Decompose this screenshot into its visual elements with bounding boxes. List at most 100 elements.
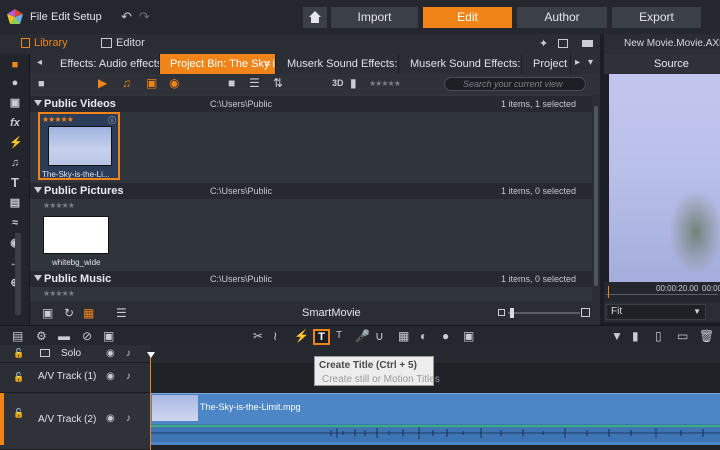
- collapse-icon[interactable]: [34, 187, 42, 193]
- track-label[interactable]: A/V Track (1): [38, 371, 96, 382]
- tab-muserk-1[interactable]: Muserk Sound Effects:...: [277, 54, 399, 74]
- home-button[interactable]: [303, 7, 327, 28]
- library-clip-sky[interactable]: ★★★★★ ⓘ The-Sky-is-the-Li...: [38, 112, 120, 180]
- undo-icon[interactable]: ↶: [121, 10, 132, 23]
- rating-filter[interactable]: ★★★★★: [369, 79, 401, 88]
- 3d-filter-button[interactable]: 3D: [332, 78, 344, 88]
- smart-icon[interactable]: ▣: [42, 307, 53, 319]
- correction-icon[interactable]: ↻: [64, 307, 74, 319]
- collapse-icon[interactable]: [34, 275, 42, 281]
- tab-project-bin[interactable]: Project Bin: The Sky is... ×: [160, 54, 276, 74]
- maximize-icon[interactable]: [582, 40, 593, 47]
- collapse-icon[interactable]: [34, 100, 42, 106]
- snapshot-icon[interactable]: ▣: [463, 330, 474, 342]
- marker-3-icon[interactable]: ▯: [655, 330, 662, 342]
- library-scrollbar[interactable]: [592, 94, 600, 301]
- source-label[interactable]: Source: [654, 58, 689, 70]
- transitions-icon[interactable]: ⚡: [9, 137, 23, 149]
- track-options-icon[interactable]: ▬: [58, 330, 70, 342]
- speaker-icon[interactable]: ♪: [126, 371, 131, 382]
- zoom-slider-handle[interactable]: [510, 308, 514, 318]
- media-icon[interactable]: ▣: [9, 97, 21, 109]
- music-icon[interactable]: ♫: [9, 157, 21, 169]
- pan-icon[interactable]: ●: [442, 330, 449, 342]
- transition-tool-icon[interactable]: ⚡: [294, 330, 309, 342]
- detail-view-icon[interactable]: ☰: [116, 307, 127, 319]
- add-track-icon[interactable]: ▣: [103, 330, 114, 342]
- montage-icon[interactable]: ▤: [9, 197, 21, 209]
- timeline-settings-icon[interactable]: ▤: [12, 330, 23, 342]
- scrollbar-thumb[interactable]: [594, 106, 598, 286]
- filter-video-icon[interactable]: ▶: [98, 77, 107, 89]
- titles-icon[interactable]: T: [9, 176, 21, 189]
- lock-icon[interactable]: 🔓: [13, 408, 24, 419]
- display-icon[interactable]: ▭: [677, 330, 688, 342]
- tab-muserk-2[interactable]: Muserk Sound Effects:...: [400, 54, 522, 74]
- mode-edit-button[interactable]: Edit: [423, 7, 512, 28]
- grid-view-icon[interactable]: ▦: [83, 307, 94, 319]
- mode-export-button[interactable]: Export: [612, 7, 701, 28]
- sort-icon[interactable]: ⇅: [273, 77, 283, 89]
- mode-author-button[interactable]: Author: [517, 7, 607, 28]
- track-monitor-icon[interactable]: [40, 349, 50, 357]
- zoom-small-icon[interactable]: [498, 309, 505, 316]
- pin-icon[interactable]: ✦: [539, 38, 548, 51]
- smartmovie-button[interactable]: SmartMovie: [302, 307, 361, 319]
- eye-icon[interactable]: ◉: [106, 371, 115, 382]
- zoom-large-icon[interactable]: [581, 308, 590, 317]
- redo-icon[interactable]: ↷: [139, 10, 150, 23]
- close-icon[interactable]: ×: [265, 54, 271, 74]
- folder-icon[interactable]: ■: [228, 77, 235, 89]
- detach-icon[interactable]: [558, 39, 568, 48]
- mode-import-button[interactable]: Import: [331, 7, 418, 28]
- filter-audio-icon[interactable]: ♫: [122, 77, 131, 89]
- audio-ducking-icon[interactable]: ∪: [375, 330, 384, 342]
- lock-icon[interactable]: 🔓: [13, 348, 24, 359]
- editor-tab[interactable]: Editor: [116, 37, 145, 49]
- marker-2-icon[interactable]: ▮: [632, 330, 639, 342]
- info-icon[interactable]: ⓘ: [108, 115, 116, 126]
- playhead-handle[interactable]: [147, 352, 155, 358]
- trash-icon[interactable]: 🗑: [699, 330, 714, 342]
- list-view-icon[interactable]: ☰: [249, 77, 260, 89]
- audio-sync-icon[interactable]: ≀: [273, 330, 278, 342]
- library-tab[interactable]: Library: [34, 37, 68, 49]
- gear-icon[interactable]: ⚙: [36, 330, 47, 342]
- no-entry-icon[interactable]: ⊘: [82, 330, 92, 342]
- speaker-icon[interactable]: ♪: [126, 413, 131, 424]
- marker-icon[interactable]: ▼: [611, 330, 623, 342]
- project-bin-icon[interactable]: ■: [9, 59, 21, 71]
- tab-effects-audio[interactable]: Effects: Audio effects: [50, 54, 160, 74]
- search-input[interactable]: Search your current view: [444, 77, 586, 91]
- tab-project-bin-2[interactable]: Project B: [523, 54, 571, 74]
- razor-icon[interactable]: ✂: [253, 330, 263, 342]
- tabs-right-arrow-icon[interactable]: ▸: [575, 57, 580, 69]
- timeline-clip[interactable]: The-Sky-is-the-Limit.mpg: [151, 393, 720, 445]
- tabs-left-arrow-icon[interactable]: ◂: [37, 57, 42, 69]
- picture-thumbnail[interactable]: [43, 216, 109, 254]
- eye-icon[interactable]: ◉: [106, 413, 115, 424]
- section-public-videos[interactable]: Public Videos C:\Users\Public 1 items, 1…: [30, 96, 592, 112]
- source-preview[interactable]: [609, 74, 720, 282]
- section-public-pictures[interactable]: Public Pictures C:\Users\Public 1 items,…: [30, 183, 592, 199]
- eye-icon[interactable]: ◉: [106, 348, 115, 359]
- section-public-music[interactable]: Public Music C:\Users\Public 1 items, 0 …: [30, 271, 592, 287]
- timeline-playhead[interactable]: [150, 352, 151, 450]
- collections-icon[interactable]: ●: [9, 77, 21, 89]
- lock-icon[interactable]: 🔓: [13, 372, 24, 383]
- speaker-icon[interactable]: ♪: [126, 348, 131, 359]
- zoom-slider[interactable]: [508, 312, 580, 314]
- storyboard-icon[interactable]: ▦: [398, 330, 409, 342]
- preview-scrubber[interactable]: [608, 286, 609, 298]
- fx-icon[interactable]: fx: [9, 117, 21, 129]
- track-label[interactable]: A/V Track (2): [38, 414, 96, 425]
- filter-project-icon[interactable]: ◉: [169, 77, 179, 89]
- text-title-icon[interactable]: T: [336, 330, 342, 342]
- tabs-menu-icon[interactable]: ▾: [588, 57, 593, 69]
- preview-timeruler[interactable]: 00:00:20.00 00:00: [604, 282, 720, 302]
- menu-edit[interactable]: Edit: [51, 11, 70, 23]
- fit-select[interactable]: Fit ▼: [606, 304, 706, 320]
- timeline-ruler[interactable]: [150, 345, 720, 363]
- tag-icon[interactable]: ▮: [350, 77, 357, 89]
- menu-setup[interactable]: Setup: [73, 11, 102, 23]
